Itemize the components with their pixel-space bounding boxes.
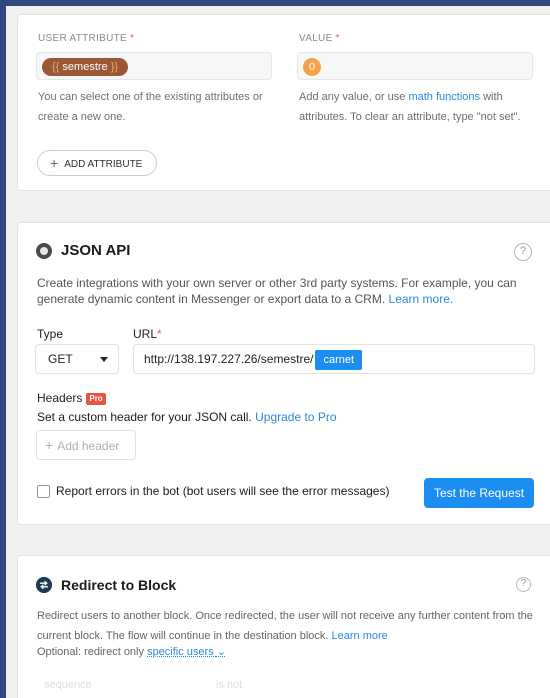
plus-icon: +: [50, 155, 59, 171]
headers-description: Set a custom header for your JSON call. …: [37, 410, 337, 424]
headers-label: Headers Pro: [37, 391, 106, 405]
radio-target-icon: [36, 243, 52, 259]
learn-more-link[interactable]: Learn more.: [389, 292, 454, 306]
chevron-down-icon: ⌄: [216, 646, 226, 658]
value-pill[interactable]: 0: [303, 58, 321, 76]
math-functions-link[interactable]: math functions: [408, 91, 480, 103]
url-input[interactable]: http://138.197.227.26/semestre/carnet: [133, 344, 535, 374]
value-label: VALUE *: [299, 33, 340, 44]
pro-badge: Pro: [86, 393, 106, 405]
value-field[interactable]: 0: [297, 52, 533, 80]
attribute-pill[interactable]: {{ semestre }}: [42, 58, 129, 76]
json-api-title: JSON API: [61, 242, 131, 259]
add-attribute-button[interactable]: + ADD ATTRIBUTE: [37, 150, 158, 176]
json-api-card: JSON API ? Create integrations with your…: [17, 222, 550, 525]
faded-field: sequence: [44, 679, 92, 691]
test-request-button[interactable]: Test the Request: [424, 478, 534, 508]
question-circle-icon[interactable]: ?: [514, 243, 532, 261]
json-api-description: Create integrations with your own server…: [37, 276, 517, 306]
window-edge-left: [0, 0, 6, 698]
question-circle-icon[interactable]: ?: [516, 577, 531, 592]
user-attribute-field[interactable]: {{ semestre }}: [36, 52, 272, 80]
set-attribute-card: USER ATTRIBUTE * {{ semestre }} VALUE * …: [17, 14, 550, 191]
value-help-text: Add any value, or use math functions wit…: [299, 91, 521, 123]
redirect-description: Redirect users to another block. Once re…: [37, 610, 533, 642]
report-errors-checkbox[interactable]: [37, 485, 50, 498]
url-label: URL*: [133, 327, 162, 341]
plus-icon: +: [45, 437, 54, 453]
redirect-card: Redirect to Block ? Redirect users to an…: [17, 555, 550, 698]
url-attribute-chip[interactable]: carnet: [315, 350, 363, 370]
chevron-down-icon: [100, 357, 108, 362]
specific-users-link[interactable]: specific users ⌄: [147, 646, 226, 658]
add-header-button[interactable]: + Add header: [36, 430, 136, 460]
redirect-title: Redirect to Block: [61, 577, 177, 593]
window-edge-top: [0, 0, 550, 6]
report-errors-label: Report errors in the bot (bot users will…: [56, 484, 390, 498]
redirect-arrows-icon: [36, 577, 52, 593]
redirect-optional-text: Optional: redirect only specific users ⌄: [37, 646, 226, 658]
faded-operator: is not: [216, 679, 243, 691]
type-label: Type: [37, 327, 64, 341]
user-attribute-label: USER ATTRIBUTE *: [38, 33, 135, 44]
attribute-help-text: You can select one of the existing attri…: [38, 91, 263, 123]
method-select[interactable]: GET: [35, 344, 119, 374]
upgrade-to-pro-link[interactable]: Upgrade to Pro: [255, 410, 336, 424]
learn-more-link[interactable]: Learn more: [332, 630, 388, 642]
